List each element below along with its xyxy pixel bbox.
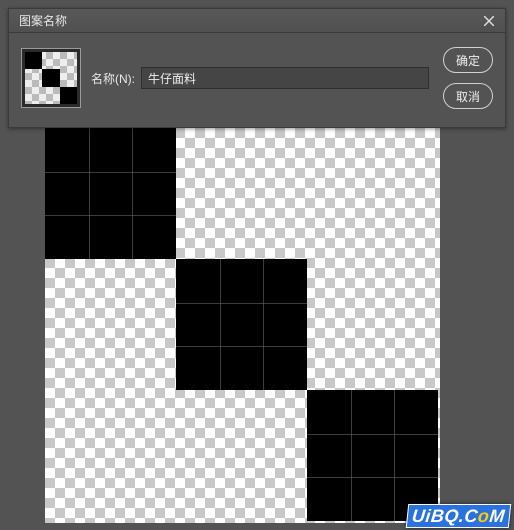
cancel-button[interactable]: 取消 xyxy=(443,83,493,109)
dialog-titlebar: 图案名称 xyxy=(9,9,505,33)
pattern-block xyxy=(45,128,176,259)
close-icon xyxy=(484,16,494,26)
pattern-canvas xyxy=(45,128,440,523)
ok-button[interactable]: 确定 xyxy=(443,47,493,73)
watermark: UiBQ.CoM xyxy=(406,504,512,528)
pattern-block xyxy=(307,390,438,521)
close-button[interactable] xyxy=(479,11,499,31)
pattern-block xyxy=(176,259,307,390)
pattern-name-input[interactable] xyxy=(141,67,429,89)
pattern-thumbnail xyxy=(21,48,81,108)
pattern-name-dialog: 图案名称 名称(N): 确定 取消 xyxy=(8,8,506,128)
dialog-title: 图案名称 xyxy=(19,12,479,29)
name-label: 名称(N): xyxy=(91,70,135,87)
